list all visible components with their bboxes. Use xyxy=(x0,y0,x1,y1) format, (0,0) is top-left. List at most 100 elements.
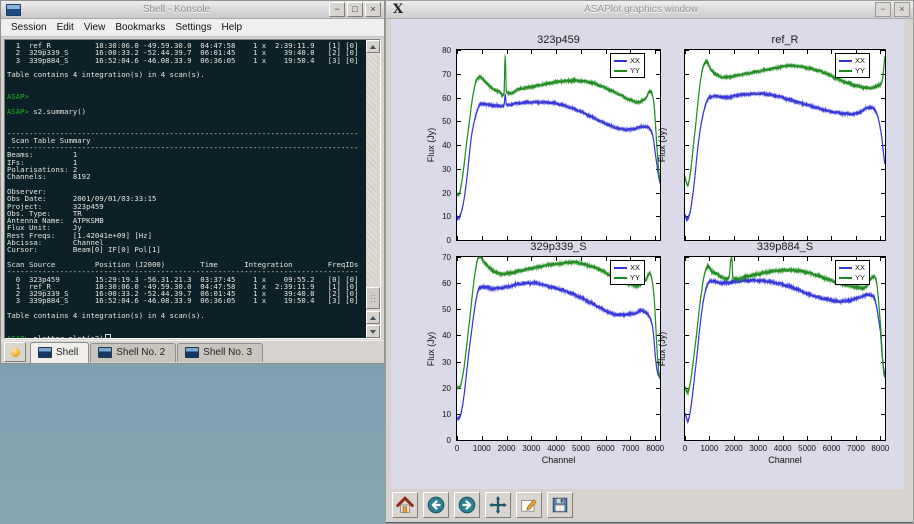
menu-bookmarks[interactable]: Bookmarks xyxy=(110,21,170,34)
asaplot-window-controls: − × xyxy=(875,2,910,17)
legend-line-swatch xyxy=(614,277,627,279)
konsole-menubar: SessionEditViewBookmarksSettingsHelp xyxy=(1,19,384,37)
plot-title: 339p884_S xyxy=(754,241,816,254)
x-tick-label: 3000 xyxy=(522,444,540,453)
legend-label: YY xyxy=(630,273,640,282)
terminal-icon xyxy=(38,347,52,358)
asaplot-window-title: ASAPlot graphics window xyxy=(407,4,875,15)
plot-legend: XXYY xyxy=(610,260,645,285)
x-tick-label: 5000 xyxy=(798,444,816,453)
arrow-down-icon xyxy=(370,330,376,334)
konsole-window-title: Shell - Konsole xyxy=(24,4,329,15)
legend-label: YY xyxy=(855,273,865,282)
forward-button[interactable] xyxy=(454,492,480,518)
back-button[interactable] xyxy=(423,492,449,518)
save-button[interactable] xyxy=(547,492,573,518)
scroll-down-button[interactable] xyxy=(366,325,380,338)
y-tick-label: 10 xyxy=(430,212,451,221)
x-tick-label: 5000 xyxy=(572,444,590,453)
scroll-up-button[interactable] xyxy=(366,40,380,53)
legend-line-swatch xyxy=(614,267,627,269)
y-tick-label: 80 xyxy=(430,46,451,55)
terminal-line: ASAP> plotter.plot(s2) xyxy=(7,334,364,338)
y-tick-label: 0 xyxy=(430,436,451,445)
scrollbar-track[interactable] xyxy=(366,54,380,310)
y-tick-label: 10 xyxy=(430,410,451,419)
terminal-line xyxy=(7,327,364,334)
terminal-line: 3 339p884_S 16:52:04.6 -46.08.33.9 06:36… xyxy=(7,297,364,304)
save-icon xyxy=(551,496,569,514)
close-button[interactable]: × xyxy=(365,2,381,17)
legend-entry: XX xyxy=(614,263,640,272)
asaplot-titlebar[interactable]: X ASAPlot graphics window − × xyxy=(386,1,913,19)
x-tick-label: 0 xyxy=(455,444,459,453)
plot-toolbar xyxy=(386,489,913,521)
plot-title: 323p459 xyxy=(537,34,580,47)
konsole-titlebar[interactable]: Shell - Konsole − □ × xyxy=(1,1,384,19)
terminal-icon xyxy=(185,347,199,358)
x-tick-label: 4000 xyxy=(774,444,792,453)
menu-settings[interactable]: Settings xyxy=(170,21,216,34)
pan-icon xyxy=(489,496,507,514)
maximize-button[interactable]: □ xyxy=(347,2,363,17)
close-button[interactable]: × xyxy=(894,2,910,17)
new-session-button[interactable] xyxy=(4,342,26,362)
legend-line-swatch xyxy=(614,70,627,72)
plot-title: ref_R xyxy=(772,34,799,47)
figure-area[interactable]: 323p459Channel01020304050607080Flux (Jy)… xyxy=(391,19,904,489)
arrow-up-icon xyxy=(370,45,376,49)
legend-entry: XX xyxy=(614,56,640,65)
menu-help[interactable]: Help xyxy=(216,21,247,34)
x-tick-label: 1000 xyxy=(473,444,491,453)
menu-session[interactable]: Session xyxy=(6,21,52,34)
terminal-output[interactable]: 1 ref_R 18:30:06.0 -49.59.30.0 04:47:58 … xyxy=(7,42,364,338)
subplot-config-icon xyxy=(520,496,538,514)
legend-line-swatch xyxy=(839,267,852,269)
terminal-scrollbar[interactable] xyxy=(366,40,380,338)
minimize-button[interactable]: − xyxy=(875,2,891,17)
desktop: { "desktop": {"color_top": "#6d94ac", "c… xyxy=(0,0,914,524)
y-tick-label: 50 xyxy=(430,305,451,314)
terminal-line xyxy=(7,115,364,122)
legend-entry: YY xyxy=(614,273,640,282)
terminal-line: Channels: 8192 xyxy=(7,173,364,180)
y-tick-label: 30 xyxy=(430,165,451,174)
home-icon xyxy=(396,496,414,514)
terminal-line xyxy=(7,86,364,93)
y-axis-label: Flux (Jy) xyxy=(426,128,436,163)
x-tick-label: 3000 xyxy=(749,444,767,453)
konsole-tabbar: Shell Shell No. 2 Shell No. 3 xyxy=(1,340,384,363)
bulb-icon xyxy=(11,348,20,357)
terminal-icon xyxy=(98,347,112,358)
tab-shell[interactable]: Shell xyxy=(30,342,89,363)
x-tick-label: 7000 xyxy=(622,444,640,453)
plot-legend: XXYY xyxy=(610,53,645,78)
terminal-line xyxy=(7,181,364,188)
plot-legend: XXYY xyxy=(835,260,870,285)
x-axis-label: Channel xyxy=(542,455,576,465)
terminal-line: Cursor: Beam[0] IF[0] Pol[1] xyxy=(7,246,364,253)
tab-label: Shell No. 2 xyxy=(116,347,165,358)
x-tick-label: 6000 xyxy=(597,444,615,453)
scroll-up-button-bottom[interactable] xyxy=(366,311,380,324)
tab-shell-no-3[interactable]: Shell No. 3 xyxy=(177,343,263,362)
menu-view[interactable]: View xyxy=(79,21,111,34)
terminal-line xyxy=(7,319,364,326)
home-button[interactable] xyxy=(392,492,418,518)
x-tick-label: 8000 xyxy=(871,444,889,453)
legend-label: XX xyxy=(630,56,640,65)
y-tick-label: 60 xyxy=(430,279,451,288)
terminal-line xyxy=(7,78,364,85)
scrollbar-thumb[interactable] xyxy=(366,287,380,309)
subplot-config-button[interactable] xyxy=(516,492,542,518)
menu-edit[interactable]: Edit xyxy=(52,21,79,34)
pan-button[interactable] xyxy=(485,492,511,518)
minimize-button[interactable]: − xyxy=(329,2,345,17)
tab-shell-no-2[interactable]: Shell No. 2 xyxy=(90,343,176,362)
tab-label: Shell No. 3 xyxy=(203,347,252,358)
x-tick-label: 6000 xyxy=(823,444,841,453)
x-axis-label: Channel xyxy=(768,455,802,465)
x11-logo-icon: X xyxy=(393,2,403,17)
legend-label: XX xyxy=(855,263,865,272)
terminal-cursor xyxy=(105,334,111,338)
